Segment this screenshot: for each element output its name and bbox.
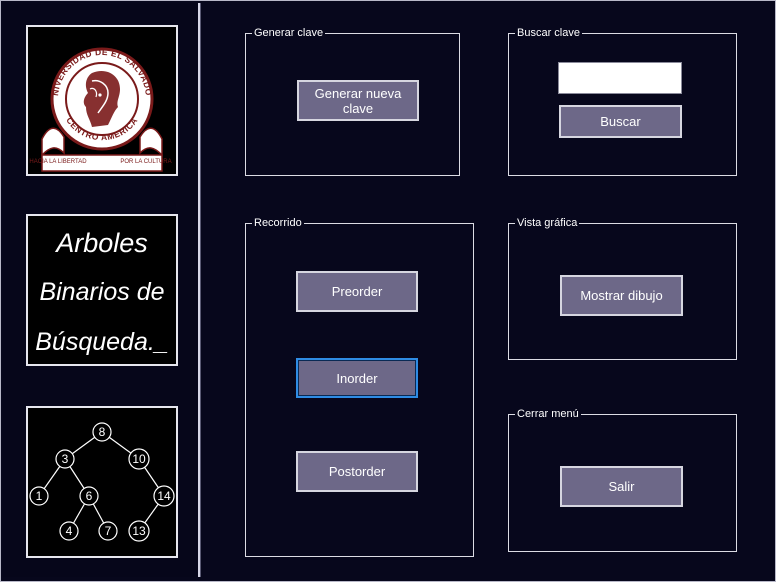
tree-node: 6: [79, 486, 99, 506]
tree-edges: [38, 431, 165, 532]
binary-tree-image: 8 3 10 1 6 14 4 7 13: [26, 406, 178, 558]
preorder-button[interactable]: Preorder: [296, 271, 418, 312]
svg-text:6: 6: [86, 489, 93, 503]
group-buscar-clave-label: Buscar clave: [515, 26, 582, 40]
svg-text:10: 10: [132, 452, 146, 466]
binary-tree-diagram: 8 3 10 1 6 14 4 7 13: [29, 422, 175, 542]
svg-text:13: 13: [132, 524, 146, 538]
tree-node: 14: [153, 485, 175, 507]
svg-text:4: 4: [66, 524, 73, 538]
tree-node: 10: [128, 448, 150, 470]
generar-nueva-clave-button[interactable]: Generar nueva clave: [297, 80, 419, 121]
tree-node: 4: [59, 521, 79, 541]
group-cerrar-menu-label: Cerrar menú: [515, 407, 581, 421]
university-logo-image: UNIVERSIDAD DE EL SALVADOR CENTRO AMERIC…: [26, 25, 178, 176]
tree-node: 13: [128, 520, 150, 542]
svg-text:8: 8: [99, 425, 106, 439]
buscar-clave-input[interactable]: [558, 62, 682, 94]
svg-text:1: 1: [36, 489, 43, 503]
university-seal: UNIVERSIDAD DE EL SALVADOR CENTRO AMERIC…: [28, 27, 172, 172]
salir-button[interactable]: Salir: [560, 466, 683, 507]
group-vista-grafica-label: Vista gráfica: [515, 216, 580, 230]
svg-text:14: 14: [157, 489, 171, 503]
tree-node: 8: [92, 422, 112, 442]
svg-text:3: 3: [62, 452, 69, 466]
ribbon-right-text: POR LA CULTURA: [120, 159, 171, 165]
group-recorrido-label: Recorrido: [252, 216, 304, 230]
tree-nodes: 8 3 10 1 6 14 4 7 13: [29, 422, 175, 542]
mostrar-dibujo-button[interactable]: Mostrar dibujo: [560, 275, 683, 316]
title-script: Arboles Binarios de Búsqueda._: [35, 228, 168, 356]
postorder-button[interactable]: Postorder: [296, 451, 418, 492]
tree-node: 1: [29, 486, 49, 506]
tree-node: 7: [98, 521, 118, 541]
panel-divider: [200, 3, 201, 577]
buscar-button[interactable]: Buscar: [559, 105, 682, 138]
title-line-3: Búsqueda._: [35, 328, 168, 356]
inorder-button[interactable]: Inorder: [296, 358, 418, 398]
title-image: Arboles Binarios de Búsqueda._: [26, 214, 178, 366]
title-line-2: Binarios de: [39, 278, 164, 306]
title-line-1: Arboles: [54, 228, 148, 258]
ribbon-left-text: HACIA LA LIBERTAD: [29, 159, 87, 165]
svg-text:7: 7: [105, 524, 112, 538]
group-generar-clave-label: Generar clave: [252, 26, 326, 40]
tree-node: 3: [55, 449, 75, 469]
